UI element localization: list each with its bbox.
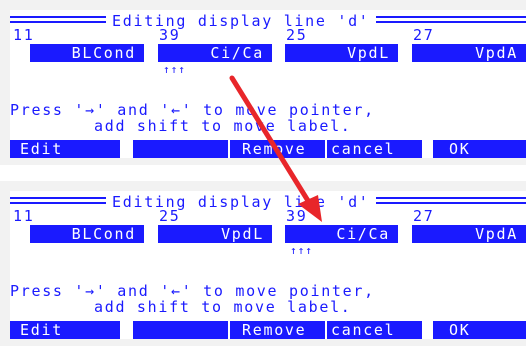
annotation-arrow-icon (229, 75, 322, 222)
